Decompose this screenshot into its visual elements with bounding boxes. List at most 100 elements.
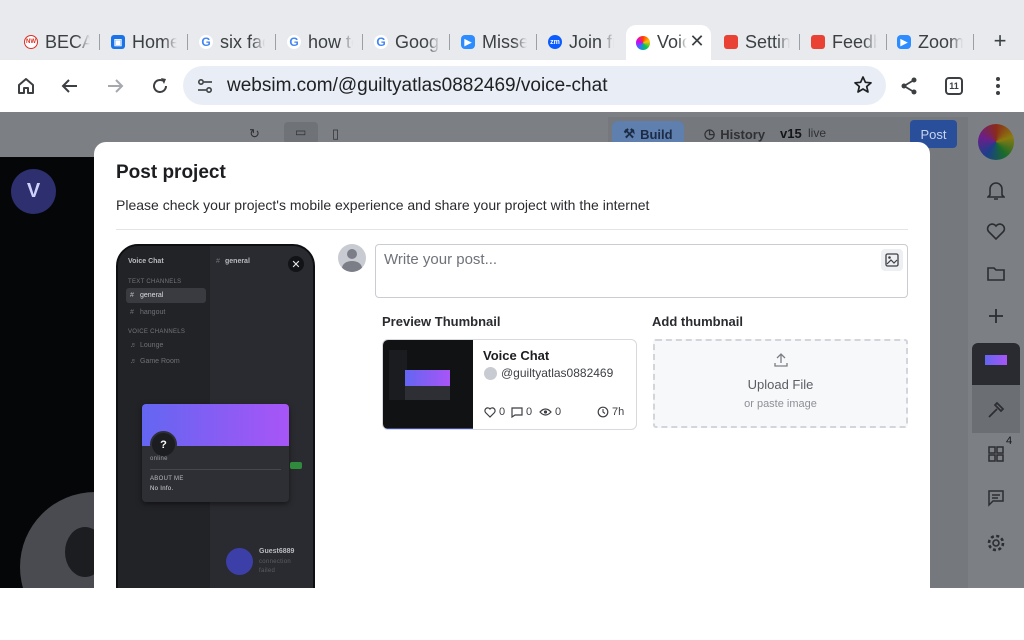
tab-title: Feedback [832,31,877,52]
preview-active-channel [126,288,206,303]
hammer-icon: ⚒ [623,126,636,141]
browser-window: NW BECAUSE ▣ Home Gsix facts Ghow to G Goog… [0,0,1024,588]
card-title: Voice Chat [483,348,550,363]
heart-small-icon [484,406,496,418]
preview-thumbnail-label: Preview Thumbnail [382,314,501,329]
tab-home[interactable]: ▣ Home [111,28,177,56]
zoom-video-favicon-icon: ▶ [897,35,911,49]
desktop-icon: ▭ [295,125,307,139]
preview-guest-status: connection [259,559,292,565]
forward-icon[interactable] [103,74,127,98]
websim-red-favicon-icon [811,35,825,49]
tab-join-from[interactable]: zm Join from [548,28,614,56]
zoom-video-favicon-icon: ▶ [461,35,475,49]
tab-title: Voice Chat [657,32,687,52]
google-favicon-icon: G [374,35,388,49]
eye-small-icon [539,408,552,416]
refresh-preview-icon[interactable]: ↻ [249,126,260,142]
tab-switcher-icon[interactable]: 11 [942,74,966,98]
upload-file-label: Upload File [747,377,814,392]
folder-icon[interactable] [984,262,1008,286]
tab-missed[interactable]: ▶ Missed [461,28,527,56]
mobile-icon[interactable]: ▯ [332,126,339,142]
tab-separator [362,34,363,50]
tab-title: Missed [482,31,527,52]
tab-feedback[interactable]: Feedback [811,28,877,56]
tab-because[interactable]: NW BECAUSE [24,28,90,56]
preview-voice2: Game Room [140,358,180,365]
hammer-tool-icon[interactable] [984,398,1008,422]
google-favicon-icon: G [199,35,213,49]
tab-title: how to [308,31,353,52]
preview-speaker-icon: ♬ [130,342,137,349]
upload-thumbnail-dropzone[interactable]: Upload File or paste image [653,339,908,428]
project-preview-card[interactable]: Voice Chat @guiltyatlas0882469 0 0 0 7h [382,339,637,430]
tab-how-to[interactable]: Ghow to [287,28,353,56]
modal-subtitle: Please check your project's mobile exper… [116,197,650,213]
attach-image-icon[interactable] [881,249,903,271]
preview-close-icon[interactable]: ✕ [288,256,304,272]
profile-about-text: No Info. [150,486,174,492]
heart-icon[interactable] [984,220,1008,244]
profile-divider [150,469,281,470]
preview-speaker-icon: ♬ [130,358,137,365]
age-stat: 7h [597,406,624,418]
site-info-icon[interactable] [196,77,214,100]
tab-settings[interactable]: Settings [724,28,790,56]
settings-icon[interactable] [984,531,1008,555]
reload-icon[interactable] [148,74,172,98]
post-text-input[interactable] [375,244,908,298]
preview-green-badge [290,462,302,469]
tab-google[interactable]: G Google [374,28,440,56]
websim-logo[interactable] [978,124,1014,160]
url-text[interactable]: websim.com/@guiltyatlas0882469/voice-cha… [227,75,607,97]
mobile-preview[interactable]: Voice Chat # general ✕ TEXT CHANNELS # g… [116,244,315,588]
comments-count: 0 [526,406,533,418]
below-viewport-area [0,588,1024,640]
address-bar[interactable]: websim.com/@guiltyatlas0882469/voice-cha… [183,66,886,105]
home-icon[interactable] [14,74,38,98]
card-user-avatar [484,367,497,380]
bell-icon[interactable] [984,179,1008,203]
chat-icon[interactable] [984,486,1008,510]
paste-image-hint: or paste image [744,398,817,410]
likes-stat: 0 [484,406,505,418]
tab-separator [187,34,188,50]
card-username: @guiltyatlas0882469 [501,366,614,380]
profile-about-label: ABOUT ME [150,476,184,482]
preview-guest-status2: failed [259,568,276,574]
google-favicon-icon: G [287,35,301,49]
preview-chan-hash: # [130,292,134,299]
more-menu-icon[interactable] [986,74,1010,98]
grid-icon[interactable] [984,442,1008,466]
new-tab-icon[interactable]: + [990,28,1010,53]
plus-icon[interactable] [984,304,1008,328]
tab-title: Settings [745,31,790,52]
preview-voice1: Lounge [140,342,164,349]
tab-separator [449,34,450,50]
thumb-bottom-bar [383,428,473,429]
browser-toolbar: websim.com/@guiltyatlas0882469/voice-cha… [0,60,1024,112]
preview-channel-name: general [225,258,250,265]
comment-small-icon [511,406,523,418]
tab-six-facts[interactable]: Gsix facts [199,28,265,56]
back-icon[interactable] [58,74,82,98]
thumbnail-image [383,340,473,429]
user-avatar [338,244,366,272]
project-thumbnail-mini[interactable] [972,343,1020,385]
preview-hash-icon: # [216,258,220,265]
tab-title: BECAUSE [45,31,90,52]
thumb-banner [405,370,450,386]
preview-profile-card: ? online ABOUT ME No Info. [142,404,289,502]
share-icon[interactable] [897,74,921,98]
preview-chan-hash: # [130,309,134,316]
tab-zoom[interactable]: ▶ Zoom [897,28,963,56]
version-label: v15 [780,126,802,141]
zoom-favicon-icon: zm [548,35,562,49]
bookmark-star-icon[interactable] [853,75,873,100]
websim-favicon-icon [636,35,650,50]
age-value: 7h [612,406,625,418]
thumb-card-body [405,386,450,400]
views-stat: 0 [539,406,561,418]
close-tab-icon[interactable]: ✕ [689,30,704,52]
